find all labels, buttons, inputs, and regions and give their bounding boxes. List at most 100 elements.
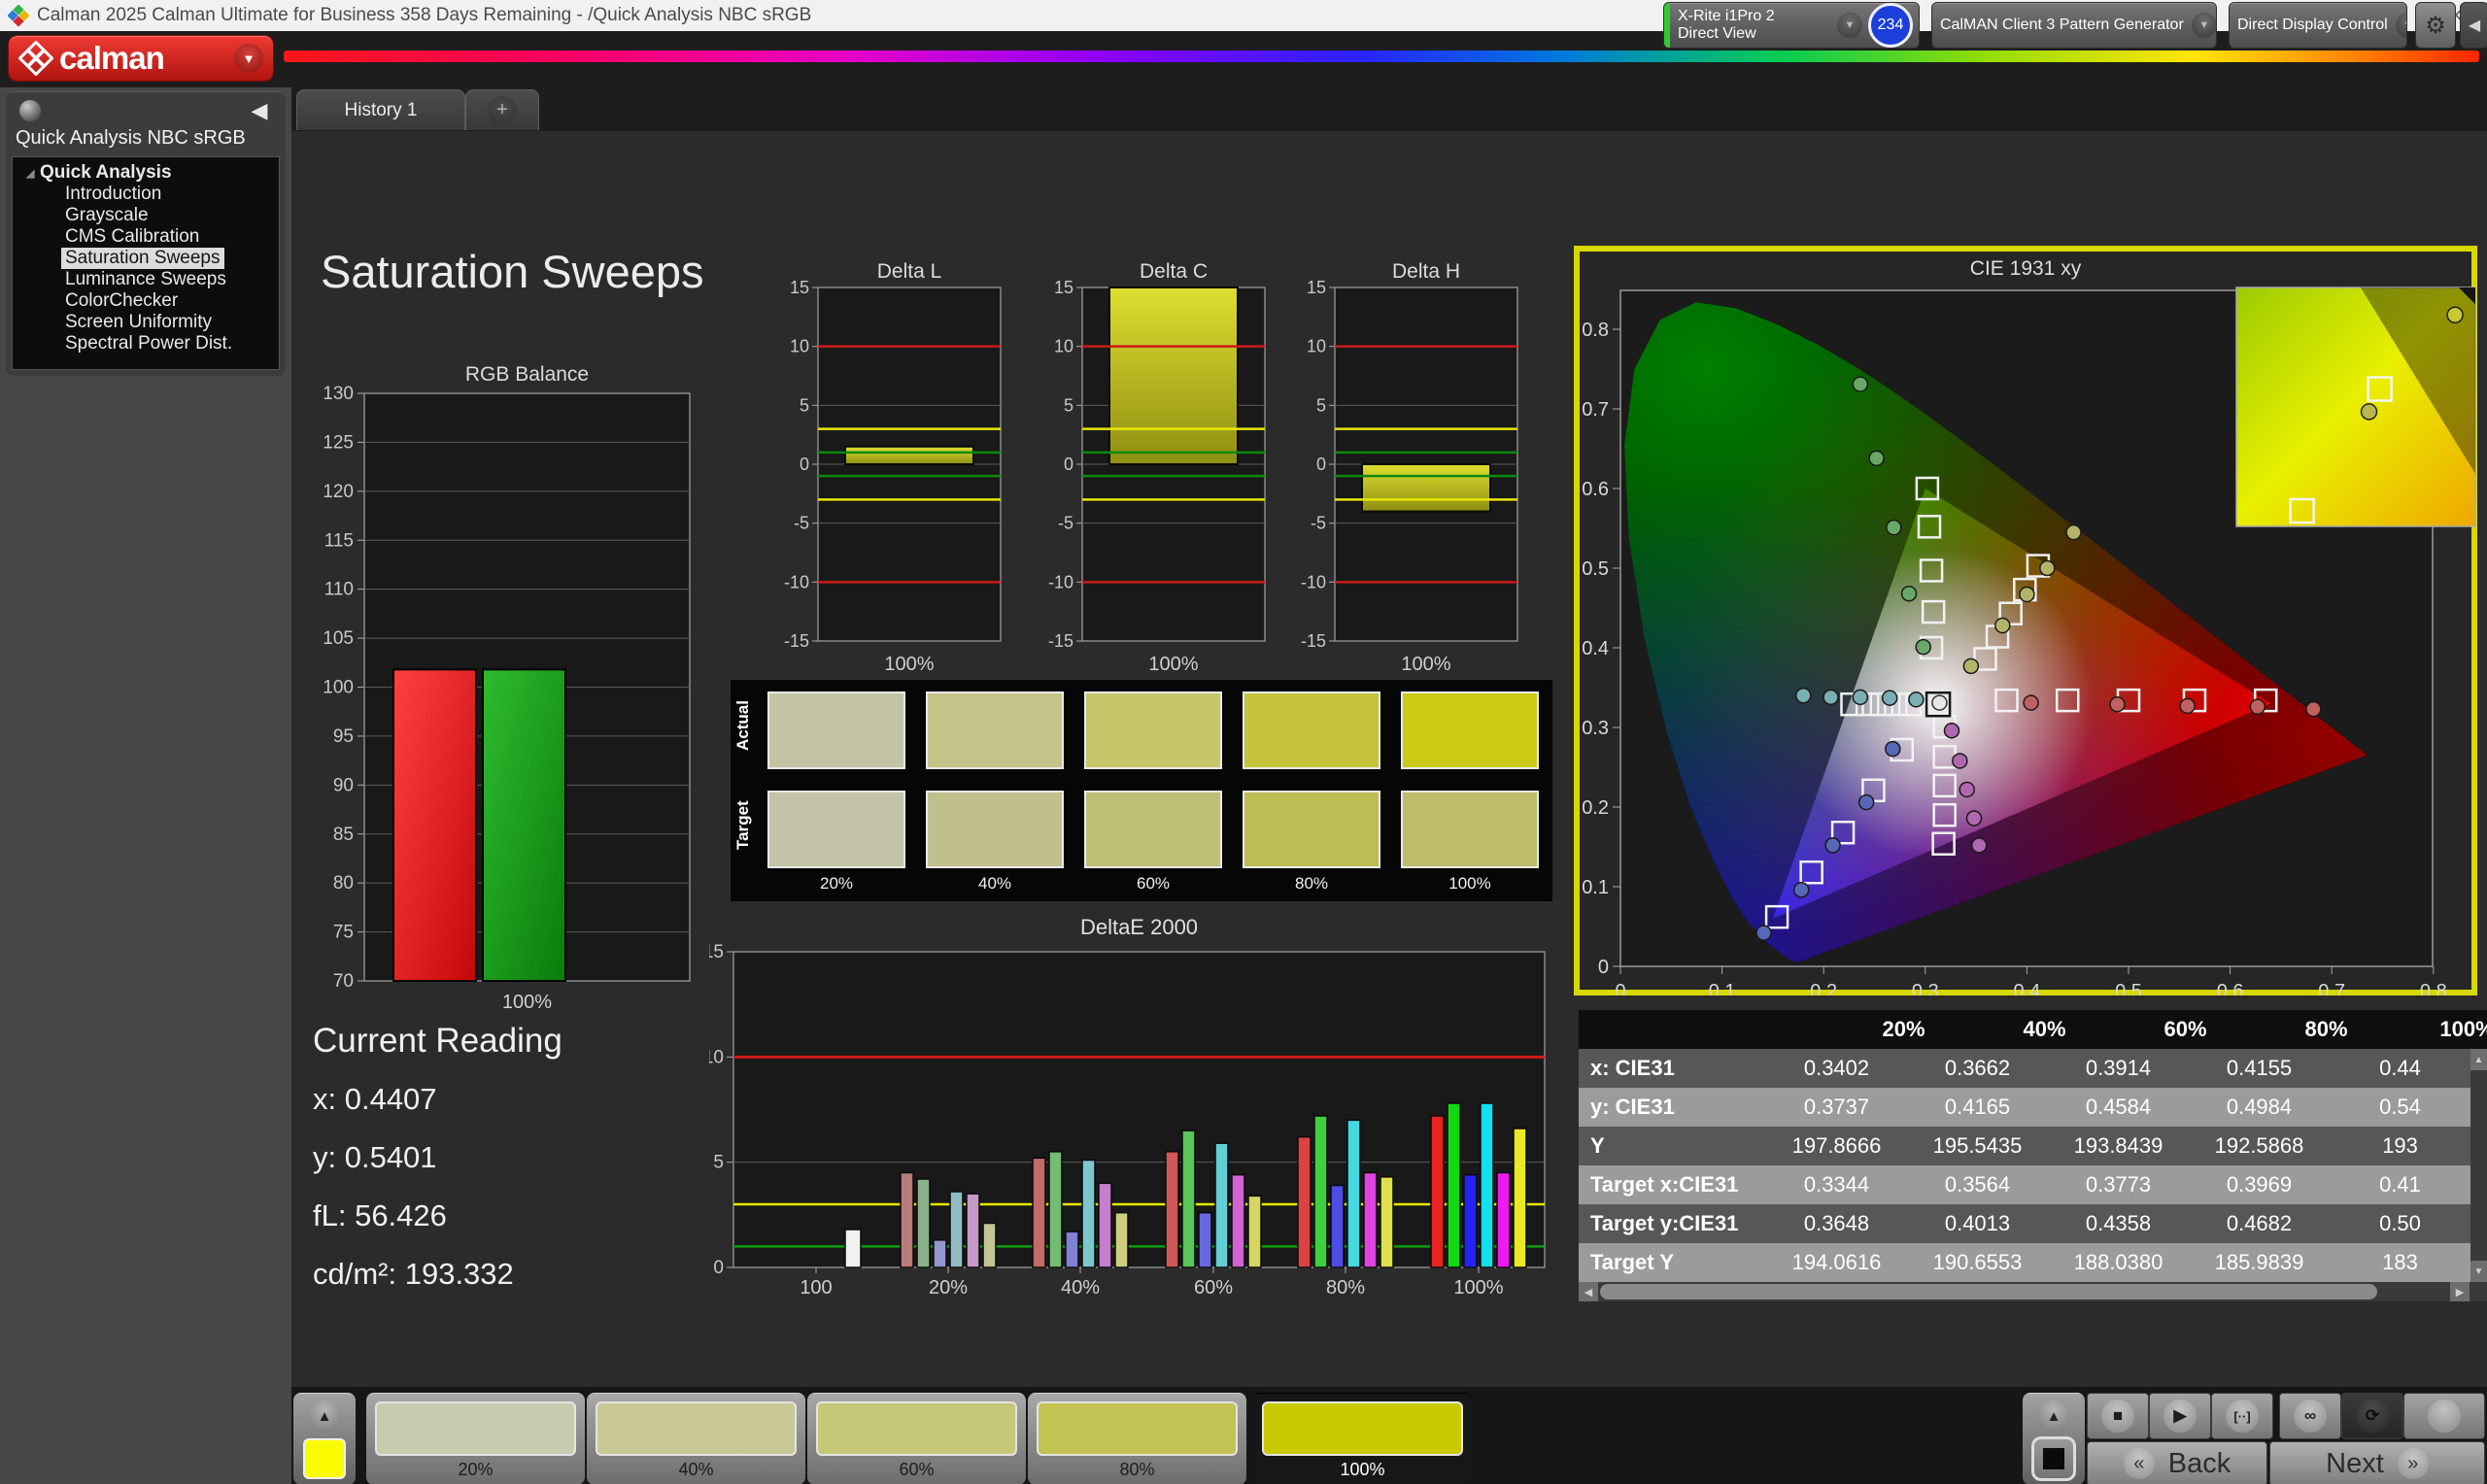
pattern-generator-dropdown[interactable]: CalMAN Client 3 Pattern Generator ▼ — [1931, 2, 2217, 49]
meter-dropdown[interactable]: X-Rite i1Pro 2 Direct View ▼ 234 — [1663, 2, 1920, 49]
svg-text:0.8: 0.8 — [2420, 981, 2447, 995]
table-row: y: CIE310.37370.41650.45840.49840.54 — [1579, 1088, 2470, 1127]
svg-text:Delta L: Delta L — [877, 260, 942, 283]
svg-text:95: 95 — [333, 726, 354, 747]
tree-item-colorchecker[interactable]: ColorChecker — [13, 290, 279, 312]
table-row-label: Target y:CIE31 — [1579, 1211, 1766, 1236]
target-swatch-40% — [926, 791, 1064, 868]
add-tab-button[interactable]: + — [465, 89, 539, 130]
stop-display-button[interactable] — [2031, 1436, 2076, 1481]
pattern-card-100%[interactable]: 100% — [1253, 1393, 1472, 1484]
collapse-right-panel-button[interactable]: ◀ — [2460, 2, 2487, 49]
tree-root-quick-analysis[interactable]: ◢ Quick Analysis — [13, 162, 279, 184]
svg-text:110: 110 — [324, 580, 354, 600]
transport-mini-card: ▲ — [2023, 1393, 2085, 1484]
svg-text:0: 0 — [1598, 957, 1609, 978]
sidebar-collapse-button[interactable]: ◀ — [245, 96, 274, 125]
tree-item-saturation-sweeps[interactable]: Saturation Sweeps — [13, 248, 279, 269]
table-cell: 193 — [2330, 1133, 2470, 1159]
scroll-left-icon[interactable]: ◀ — [1579, 1282, 1598, 1301]
svg-text:-5: -5 — [1058, 514, 1073, 533]
tree-item-spectral-power-dist-[interactable]: Spectral Power Dist. — [13, 333, 279, 354]
svg-text:0.4: 0.4 — [1582, 638, 1609, 659]
tree-item-screen-uniformity[interactable]: Screen Uniformity — [13, 312, 279, 333]
meter-count-badge[interactable]: 234 — [1868, 3, 1913, 48]
scroll-right-icon[interactable]: ▶ — [2450, 1282, 2470, 1301]
svg-text:130: 130 — [323, 384, 354, 404]
actual-row-label: Actual — [733, 729, 753, 751]
svg-text:120: 120 — [323, 482, 354, 502]
calman-wordmark: calman — [59, 40, 164, 77]
svg-text:10: 10 — [709, 1047, 724, 1067]
reading-x: x: 0.4407 — [313, 1082, 562, 1117]
pattern-card-40%[interactable]: 40% — [587, 1393, 805, 1484]
tree-item-cms-calibration[interactable]: CMS Calibration — [13, 226, 279, 248]
svg-text:Delta C: Delta C — [1140, 260, 1208, 283]
rainbow-gradient-strip — [284, 51, 2479, 62]
loop-button[interactable]: ∞ — [2279, 1393, 2341, 1439]
tree-item-luminance-sweeps[interactable]: Luminance Sweeps — [13, 269, 279, 290]
tree-item-introduction[interactable]: Introduction — [13, 184, 279, 205]
stop-button[interactable]: ■ — [2087, 1393, 2149, 1439]
svg-text:0.5: 0.5 — [1582, 558, 1609, 580]
sidebar-panel: ◀ Quick Analysis NBC sRGB ◢ Quick Analys… — [6, 91, 286, 376]
display-control-dropdown[interactable]: Direct Display Control ▼ — [2229, 2, 2407, 49]
swatch-column-label: 100% — [1401, 874, 1539, 894]
calman-app-icon — [8, 5, 29, 26]
target-swatch-100% — [1401, 791, 1539, 868]
chevron-down-icon[interactable]: ▼ — [1837, 13, 1862, 38]
table-row: Target Y194.0616190.6553188.0380185.9839… — [1579, 1243, 2470, 1282]
svg-text:0.8: 0.8 — [1582, 320, 1609, 341]
settings-button[interactable]: ⚙ — [2415, 2, 2456, 49]
step-button[interactable]: [··] — [2211, 1393, 2273, 1439]
svg-text:0: 0 — [1064, 455, 1073, 474]
table-row-label: Target Y — [1579, 1250, 1766, 1275]
next-button[interactable]: Next » — [2269, 1441, 2485, 1484]
chevron-down-icon[interactable]: ▼ — [2192, 13, 2217, 38]
scroll-up-icon[interactable]: ▲ — [2470, 1049, 2487, 1070]
sidebar-orb-button[interactable] — [19, 100, 41, 121]
svg-text:0.5: 0.5 — [2115, 981, 2142, 995]
play-button[interactable]: ▶ — [2149, 1393, 2211, 1439]
svg-text:0.3: 0.3 — [1582, 718, 1609, 739]
cie-1931-chart-panel[interactable]: CIE 1931 xy 0 0.1 0.2 0.3 0.4 0.5 0.6 0.… — [1574, 246, 2477, 995]
table-cell: 0.3344 — [1766, 1172, 1907, 1197]
reading-y: y: 0.5401 — [313, 1140, 562, 1175]
triangle-up-icon: ▲ — [2047, 1408, 2061, 1425]
refresh-button[interactable]: ⟳ — [2341, 1393, 2403, 1439]
vertical-scrollbar[interactable]: ▲ ▼ — [2470, 1049, 2487, 1282]
back-button[interactable]: « Back — [2087, 1441, 2267, 1484]
svg-text:60%: 60% — [1194, 1277, 1233, 1298]
svg-text:40%: 40% — [1061, 1277, 1100, 1298]
actual-swatch-60% — [1084, 691, 1222, 769]
svg-text:0.6: 0.6 — [2217, 981, 2244, 995]
expand-up-button[interactable]: ▲ — [2037, 1400, 2070, 1433]
pattern-card-60%[interactable]: 60% — [807, 1393, 1026, 1484]
calman-menu-dropdown-icon[interactable]: ▼ — [234, 44, 263, 73]
rgb-balance-chart: RGB Balance 70 75 80 85 90 95 100 105 11… — [313, 359, 701, 1020]
tree-item-grayscale[interactable]: Grayscale — [13, 205, 279, 226]
tab-history-1[interactable]: History 1 — [296, 89, 465, 130]
actual-swatch-80% — [1243, 691, 1380, 769]
calman-menu-button[interactable]: calman ▼ — [8, 35, 274, 82]
table-cell: 0.44 — [2330, 1056, 2470, 1081]
pattern-label: 20% — [366, 1460, 585, 1480]
scroll-down-icon[interactable]: ▼ — [2470, 1261, 2487, 1282]
blank-transport-button[interactable] — [2403, 1393, 2485, 1439]
table-cell: 0.3648 — [1766, 1211, 1907, 1236]
chevron-left-icon: ◀ — [252, 98, 268, 123]
pattern-card-20%[interactable]: 20% — [366, 1393, 585, 1484]
expand-up-button[interactable]: ▲ — [308, 1400, 341, 1433]
table-cell: 0.4584 — [2048, 1095, 2189, 1120]
svg-text:15: 15 — [790, 278, 809, 297]
horizontal-scrollbar[interactable]: ◀ ▶ — [1579, 1282, 2487, 1301]
pattern-label: 100% — [1253, 1460, 1472, 1480]
current-patch-chip[interactable] — [303, 1438, 346, 1479]
svg-text:0.7: 0.7 — [1582, 399, 1609, 421]
chevron-down-icon[interactable]: ▼ — [2396, 13, 2407, 38]
tree-expander-icon[interactable]: ◢ — [26, 167, 40, 180]
scrollbar-thumb[interactable] — [1600, 1284, 2377, 1299]
generator-name: CalMAN Client 3 Pattern Generator — [1932, 17, 2192, 34]
table-header-cell: 20% — [1833, 1017, 1974, 1042]
pattern-card-80%[interactable]: 80% — [1028, 1393, 1246, 1484]
